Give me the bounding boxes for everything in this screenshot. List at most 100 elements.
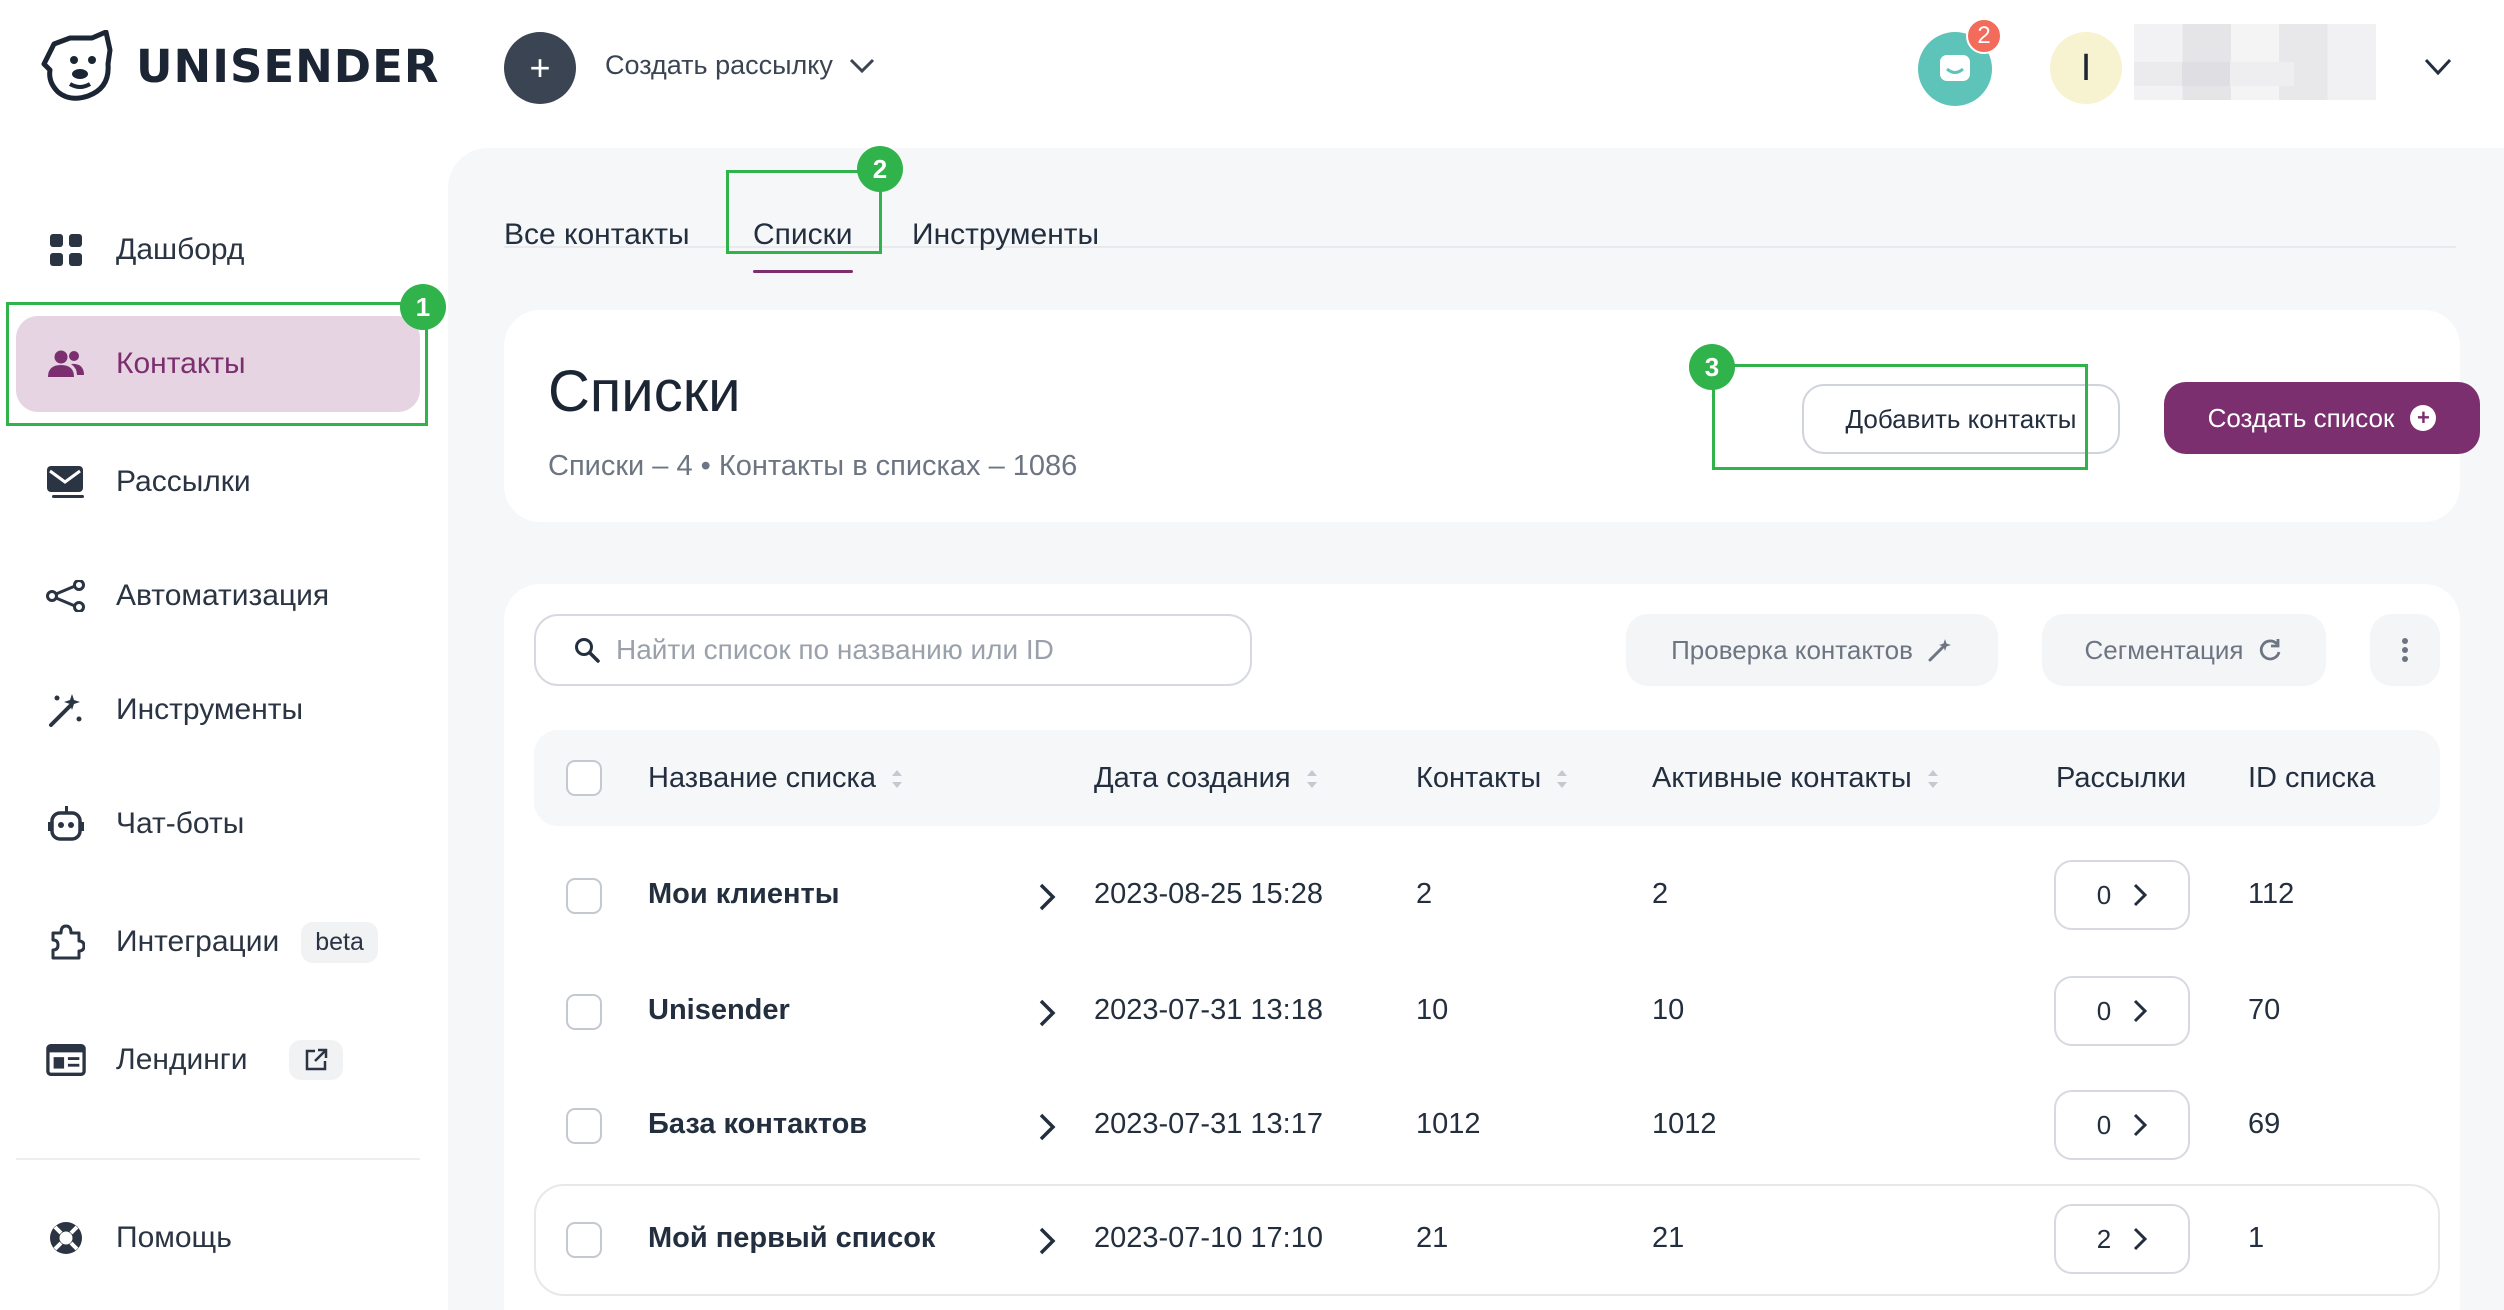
tab-all-contacts[interactable]: Все контакты bbox=[504, 218, 690, 252]
flow-icon bbox=[46, 576, 86, 616]
column-contacts-label: Контакты bbox=[1416, 762, 1542, 794]
add-contacts-button[interactable]: Добавить контакты bbox=[1802, 384, 2120, 454]
mailings-count-button[interactable]: 0 bbox=[2054, 860, 2190, 930]
mailings-count-button[interactable]: 2 bbox=[2054, 1204, 2190, 1274]
sidebar-item-integrations[interactable]: Интеграции beta bbox=[16, 894, 420, 990]
robot-icon bbox=[46, 804, 86, 844]
chevron-right-icon[interactable] bbox=[1038, 1112, 1056, 1142]
sidebar-item-label: Чат-боты bbox=[116, 807, 245, 840]
avatar[interactable]: I bbox=[2050, 32, 2122, 104]
annotation-number-2: 2 bbox=[857, 146, 903, 192]
row-checkbox[interactable] bbox=[566, 994, 602, 1030]
list-name[interactable]: Мой первый список bbox=[648, 1222, 935, 1255]
search-icon bbox=[575, 638, 600, 663]
plus-icon: + bbox=[529, 47, 551, 88]
main-content: Все контакты Списки Инструменты Списки С… bbox=[448, 148, 2504, 1310]
select-all-checkbox[interactable] bbox=[566, 760, 602, 796]
lists-table-card: Проверка контактов Сегментация Название … bbox=[504, 584, 2460, 1310]
list-active-contacts: 10 bbox=[1652, 994, 1685, 1026]
column-id-label: ID списка bbox=[2248, 762, 2376, 794]
grid-icon bbox=[46, 230, 86, 270]
chevron-down-icon bbox=[849, 58, 874, 73]
logo[interactable]: UNISENDER bbox=[40, 30, 440, 102]
sidebar-item-landings[interactable]: Лендинги bbox=[16, 1012, 420, 1108]
lists-header-card: Списки Списки – 4 • Контакты в списках –… bbox=[504, 310, 2480, 522]
lifebuoy-icon bbox=[46, 1218, 86, 1258]
more-options-button[interactable] bbox=[2370, 614, 2440, 686]
plus-circle-icon: + bbox=[2410, 405, 2437, 431]
list-created: 2023-07-31 13:18 bbox=[1094, 994, 1323, 1026]
list-active-contacts: 2 bbox=[1652, 878, 1669, 910]
sort-icon bbox=[1927, 769, 1938, 788]
list-contacts: 1012 bbox=[1416, 1108, 1481, 1140]
mailings-count-button[interactable]: 0 bbox=[2054, 976, 2190, 1046]
tab-tools[interactable]: Инструменты bbox=[912, 218, 1099, 252]
sidebar-item-mailings[interactable]: Рассылки bbox=[16, 434, 420, 530]
notification-badge: 2 bbox=[1966, 18, 2002, 54]
sidebar-item-contacts[interactable]: Контакты bbox=[16, 316, 420, 412]
table-row[interactable]: Мой первый список 2023-07-10 17:10 21 21… bbox=[534, 1184, 2440, 1296]
create-mailing-label: Создать рассылку bbox=[605, 50, 833, 80]
column-name-label: Название списка bbox=[648, 762, 877, 794]
column-contacts[interactable]: Контакты bbox=[1416, 762, 1569, 795]
chevron-right-icon[interactable] bbox=[1038, 882, 1056, 912]
column-active-contacts[interactable]: Активные контакты bbox=[1652, 762, 1940, 795]
column-active-label: Активные контакты bbox=[1652, 762, 1912, 794]
create-list-button[interactable]: Создать список + bbox=[2164, 382, 2480, 454]
segmentation-button[interactable]: Сегментация bbox=[2042, 614, 2326, 686]
create-mailing-dropdown[interactable]: Создать рассылку bbox=[605, 50, 875, 81]
list-id: 1 bbox=[2248, 1222, 2265, 1254]
list-id: 70 bbox=[2248, 994, 2281, 1026]
list-created: 2023-07-31 13:17 bbox=[1094, 1108, 1323, 1140]
mailings-count: 0 bbox=[2096, 995, 2112, 1026]
beta-badge: beta bbox=[301, 921, 378, 963]
list-active-contacts: 1012 bbox=[1652, 1108, 1717, 1140]
sidebar: Дашборд Контакты Рассылки Автоматизация … bbox=[0, 140, 448, 1310]
column-created[interactable]: Дата создания bbox=[1094, 762, 1319, 795]
page-title: Списки bbox=[548, 359, 741, 424]
mailings-count: 0 bbox=[2096, 1109, 2112, 1140]
table-row[interactable]: Мои клиенты 2023-08-25 15:28 2 2 0 112 bbox=[534, 840, 2440, 952]
list-id: 69 bbox=[2248, 1108, 2281, 1140]
chevron-right-icon[interactable] bbox=[1038, 998, 1056, 1028]
search-box[interactable] bbox=[534, 614, 1252, 686]
sidebar-item-label: Дашборд bbox=[116, 233, 245, 266]
chevron-right-icon bbox=[2134, 999, 2148, 1023]
sidebar-item-dashboard[interactable]: Дашборд bbox=[16, 202, 420, 298]
column-mailings-label: Рассылки bbox=[2056, 762, 2187, 794]
external-link-icon[interactable] bbox=[289, 1040, 344, 1080]
list-name[interactable]: Unisender bbox=[648, 994, 790, 1027]
row-checkbox[interactable] bbox=[566, 1222, 602, 1258]
chevron-right-icon bbox=[2134, 1227, 2148, 1251]
sidebar-item-automation[interactable]: Автоматизация bbox=[16, 548, 420, 644]
table-row[interactable]: База контактов 2023-07-31 13:17 1012 101… bbox=[534, 1070, 2440, 1182]
sidebar-item-label: Контакты bbox=[116, 347, 246, 380]
mailings-count-button[interactable]: 0 bbox=[2054, 1090, 2190, 1160]
chevron-right-icon bbox=[2134, 1113, 2148, 1137]
sidebar-item-label: Рассылки bbox=[116, 465, 251, 498]
chevron-right-icon[interactable] bbox=[1038, 1226, 1056, 1256]
list-name[interactable]: База контактов bbox=[648, 1108, 867, 1141]
table-row[interactable]: Unisender 2023-07-31 13:18 10 10 0 70 bbox=[534, 956, 2440, 1068]
tab-lists[interactable]: Списки bbox=[753, 218, 853, 273]
check-contacts-button[interactable]: Проверка контактов bbox=[1626, 614, 1998, 686]
brand-name: UNISENDER bbox=[136, 39, 440, 93]
sort-icon bbox=[1557, 769, 1568, 788]
users-icon bbox=[46, 344, 86, 384]
sidebar-item-chatbots[interactable]: Чат-боты bbox=[16, 776, 420, 872]
create-list-label: Создать список bbox=[2207, 402, 2395, 433]
list-name[interactable]: Мои клиенты bbox=[648, 878, 840, 911]
column-name[interactable]: Название списка bbox=[648, 762, 904, 795]
sidebar-item-tools[interactable]: Инструменты bbox=[16, 662, 420, 758]
chevron-right-icon bbox=[2134, 883, 2148, 907]
sidebar-item-label: Помощь bbox=[116, 1221, 232, 1254]
search-input[interactable] bbox=[616, 634, 1236, 666]
sidebar-item-label: Автоматизация bbox=[116, 579, 330, 612]
sidebar-item-help[interactable]: Помощь bbox=[16, 1190, 420, 1286]
row-checkbox[interactable] bbox=[566, 1108, 602, 1144]
chevron-down-icon[interactable] bbox=[2424, 58, 2452, 76]
table-header: Название списка Дата создания Контакты А… bbox=[534, 730, 2440, 826]
list-id: 112 bbox=[2248, 878, 2295, 910]
create-button[interactable]: + bbox=[504, 32, 576, 104]
row-checkbox[interactable] bbox=[566, 878, 602, 914]
